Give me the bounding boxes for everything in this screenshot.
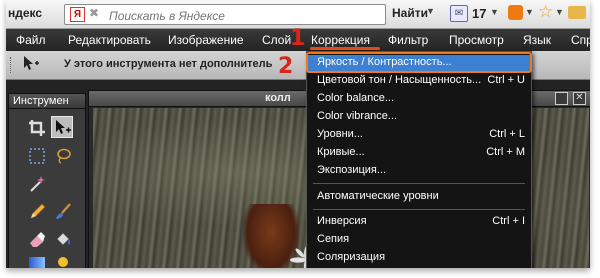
mail-count[interactable]: 17 xyxy=(472,6,486,21)
chevron-down-icon[interactable]: ▼ xyxy=(426,6,435,16)
chevron-down-icon[interactable]: ▼ xyxy=(525,7,534,17)
yandex-search-box[interactable]: Я ✖ xyxy=(64,4,386,26)
mail-icon[interactable]: ✉ xyxy=(450,5,468,22)
brush-tool-icon[interactable] xyxy=(51,200,73,222)
bookmark-icon[interactable] xyxy=(508,5,523,20)
pencil-tool-icon[interactable] xyxy=(25,200,47,222)
maximize-icon[interactable] xyxy=(555,92,568,105)
step-1-marker: 1 xyxy=(290,26,306,51)
step-2-marker: 2 xyxy=(278,54,294,79)
menu-item-auto-levels[interactable]: Автоматические уровни xyxy=(307,189,531,206)
fill-tool-icon[interactable] xyxy=(51,228,73,250)
address-text: ндекс xyxy=(8,6,43,20)
crop-tool-icon[interactable] xyxy=(25,116,47,138)
chevron-down-icon[interactable]: ▼ xyxy=(490,7,499,17)
menu-language[interactable]: Язык xyxy=(523,33,551,47)
yandex-icon[interactable]: Я xyxy=(70,7,85,22)
item-highlight-annotation xyxy=(306,52,532,73)
menu-separator xyxy=(313,209,525,210)
menu-image[interactable]: Изображение xyxy=(168,33,244,47)
clear-icon[interactable]: ✖ xyxy=(89,6,99,20)
folder-icon[interactable] xyxy=(568,6,586,19)
tools-panel: Инструмен xyxy=(8,93,86,268)
menu-item-solarize[interactable]: Соляризация xyxy=(307,250,531,267)
document-title: колл xyxy=(265,92,291,104)
menu-item-hue-saturation[interactable]: Цветовой тон / Насыщенность... Ctrl + U xyxy=(307,73,531,90)
menu-item-exposure[interactable]: Экспозиция... xyxy=(307,163,531,180)
adjustments-dropdown: Яркость / Контрастность... Цветовой тон … xyxy=(306,51,532,268)
menu-underline-annotation xyxy=(310,47,380,50)
menu-item-color-vibrance[interactable]: Color vibrance... xyxy=(307,109,531,126)
menu-item-sepia[interactable]: Сепия xyxy=(307,232,531,249)
drag-grip[interactable] xyxy=(10,57,14,73)
menu-item-curves[interactable]: Кривые... Ctrl + M xyxy=(307,145,531,162)
menu-view[interactable]: Просмотр xyxy=(449,33,504,47)
menu-file[interactable]: Файл xyxy=(16,33,46,47)
chevron-down-icon[interactable]: ▼ xyxy=(555,7,564,17)
menu-help[interactable]: Спр xyxy=(571,33,590,47)
close-icon[interactable]: ✕ xyxy=(573,92,586,105)
tools-panel-title[interactable]: Инструмен xyxy=(9,94,85,109)
menu-item-color-balance[interactable]: Color balance... xyxy=(307,91,531,108)
magic-wand-tool-icon[interactable] xyxy=(25,172,47,194)
lasso-tool-icon[interactable] xyxy=(51,144,73,166)
star-icon[interactable]: ☆ xyxy=(538,2,553,22)
marquee-tool-icon[interactable] xyxy=(25,144,47,166)
options-hint-text: У этого инструмента нет дополнитель xyxy=(64,58,273,70)
find-button[interactable]: Найти xyxy=(392,6,428,20)
menu-edit[interactable]: Редактировать xyxy=(68,33,151,47)
menu-item-levels[interactable]: Уровни... Ctrl + L xyxy=(307,127,531,144)
menu-filter[interactable]: Фильтр xyxy=(388,33,428,47)
menu-adjustments[interactable]: Коррекция xyxy=(311,33,370,47)
menu-item-invert[interactable]: Инверсия Ctrl + I xyxy=(307,214,531,231)
menu-layer[interactable]: Слой xyxy=(262,33,291,47)
color-replace-tool-icon[interactable] xyxy=(51,252,73,268)
move-tool-icon[interactable] xyxy=(51,116,73,138)
eraser-tool-icon[interactable] xyxy=(25,228,47,250)
browser-toolbar: ндекс Я ✖ Найти ▼ ✉ 17 ▼ ▼ ☆ ▼ xyxy=(6,0,590,29)
screenshot-frame: ндекс Я ✖ Найти ▼ ✉ 17 ▼ ▼ ☆ ▼ Файл Реда… xyxy=(6,0,590,268)
gradient-tool-icon[interactable] xyxy=(25,252,47,268)
move-tool-icon xyxy=(22,55,42,78)
search-input[interactable] xyxy=(107,5,381,26)
menu-separator xyxy=(313,183,525,184)
